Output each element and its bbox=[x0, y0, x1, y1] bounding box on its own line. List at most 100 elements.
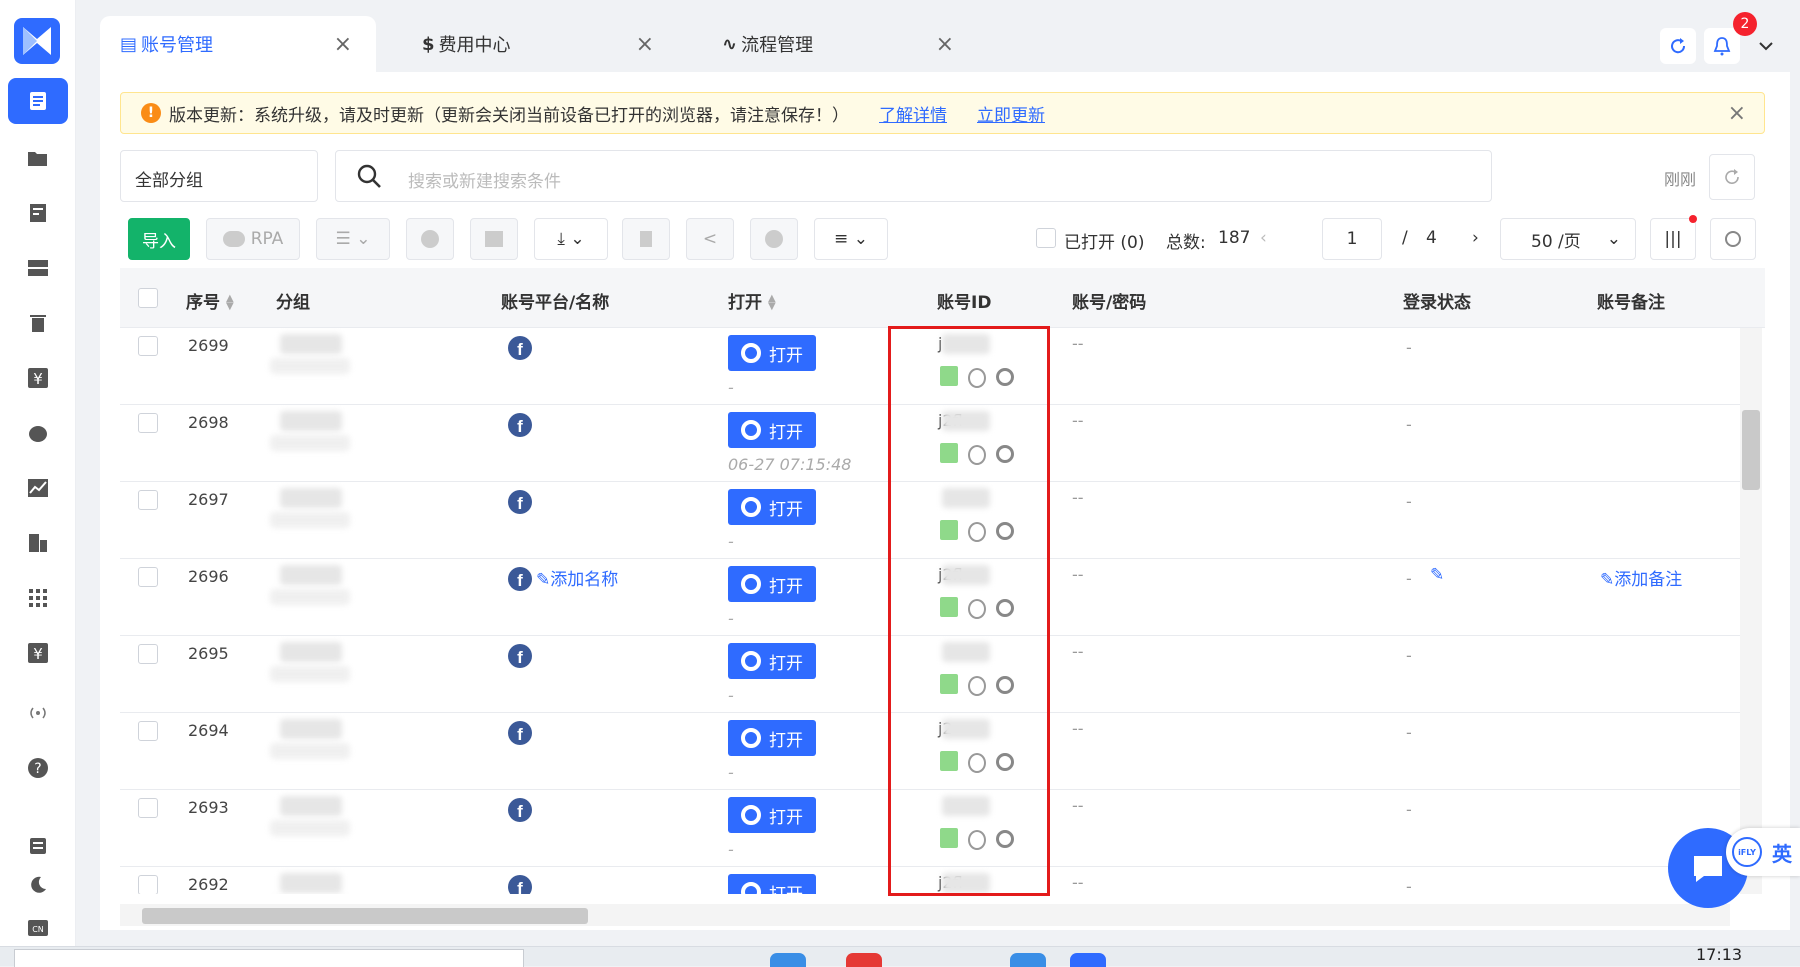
row-checkbox[interactable] bbox=[138, 413, 158, 433]
tab-process-management[interactable]: ∿ 流程管理 × bbox=[702, 16, 978, 72]
login-status-text: - bbox=[1406, 338, 1412, 357]
search-input[interactable]: 搜索或新建搜索条件 bbox=[335, 150, 1492, 202]
th-platform: 账号平台/名称 bbox=[501, 293, 610, 313]
row-seq: 2695 bbox=[188, 644, 229, 663]
refresh-icon[interactable] bbox=[1709, 154, 1755, 200]
scroll-thumb[interactable] bbox=[1742, 410, 1760, 490]
settings-button[interactable] bbox=[1710, 218, 1756, 260]
group-name-redacted bbox=[280, 334, 342, 354]
sort-icon[interactable]: ▲ ▼ bbox=[768, 294, 776, 312]
update-now-link[interactable]: 立即更新 bbox=[977, 101, 1045, 126]
page-size-select[interactable]: 50 /页 ⌄ bbox=[1500, 218, 1636, 260]
filter-settings-button[interactable]: ☰ ⌄ bbox=[316, 218, 390, 260]
open-browser-button[interactable]: 打开 bbox=[728, 797, 816, 833]
close-browsers-button[interactable] bbox=[750, 218, 798, 260]
row-checkbox[interactable] bbox=[138, 875, 158, 894]
select-all-checkbox[interactable] bbox=[138, 288, 158, 308]
trash-icon[interactable] bbox=[8, 300, 68, 346]
tab-billing-center[interactable]: $ 费用中心 × bbox=[402, 16, 678, 72]
tab-close-icon[interactable]: × bbox=[936, 32, 954, 57]
open-browser-button[interactable]: 打开 bbox=[728, 720, 816, 756]
th-seq[interactable]: 序号 ▲ ▼ bbox=[186, 288, 234, 313]
share-button[interactable]: < bbox=[686, 218, 734, 260]
import-button[interactable]: 导入 bbox=[128, 218, 190, 260]
row-checkbox[interactable] bbox=[138, 644, 158, 664]
add-remark-link[interactable]: ✎添加备注 bbox=[1600, 565, 1682, 590]
close-icon[interactable]: × bbox=[1728, 101, 1746, 126]
chevron-down-icon: ⌄ bbox=[1606, 229, 1621, 249]
window-button[interactable] bbox=[470, 218, 518, 260]
taskbar-app-icon[interactable] bbox=[1010, 953, 1046, 967]
browser-button[interactable] bbox=[406, 218, 454, 260]
taskbar-app-icon[interactable] bbox=[1070, 953, 1106, 967]
delete-button[interactable] bbox=[622, 218, 670, 260]
tab-close-icon[interactable]: × bbox=[334, 32, 352, 57]
th-seq-label: 序号 bbox=[186, 293, 220, 313]
columns-icon: ||| bbox=[1664, 229, 1682, 249]
rpa-button[interactable]: RPA bbox=[206, 218, 300, 260]
scroll-thumb[interactable] bbox=[142, 908, 588, 924]
open-browser-button[interactable]: 打开 bbox=[728, 643, 816, 679]
open-browser-button[interactable]: 打开 bbox=[728, 489, 816, 525]
wallet-icon[interactable]: ¥ bbox=[8, 630, 68, 676]
app-logo[interactable] bbox=[14, 18, 60, 64]
th-open[interactable]: 打开 ▲ ▼ bbox=[728, 288, 776, 313]
th-open-label: 打开 bbox=[728, 293, 762, 313]
tab-label: 费用中心 bbox=[438, 35, 511, 56]
folder-icon[interactable] bbox=[8, 135, 68, 181]
help-icon[interactable]: ? bbox=[8, 745, 68, 791]
ime-widget[interactable]: iFLY 英 bbox=[1726, 828, 1800, 876]
row-checkbox[interactable] bbox=[138, 336, 158, 356]
add-name-link[interactable]: ✎添加名称 bbox=[536, 565, 618, 590]
group-name-redacted bbox=[270, 358, 350, 374]
building-icon[interactable] bbox=[8, 520, 68, 566]
sliders-icon: ☰ ⌄ bbox=[335, 229, 371, 249]
nav-accounts-icon[interactable] bbox=[8, 78, 68, 124]
opened-filter-checkbox[interactable] bbox=[1036, 228, 1056, 248]
os-taskbar: 17:13 bbox=[0, 945, 1800, 967]
columns-button[interactable]: ||| bbox=[1650, 215, 1697, 260]
page-number-input[interactable]: 1 bbox=[1322, 218, 1382, 260]
chevron-down-icon[interactable] bbox=[1748, 28, 1784, 64]
reload-icon[interactable] bbox=[1660, 28, 1696, 64]
tab-close-icon[interactable]: × bbox=[636, 32, 654, 57]
window-icon bbox=[485, 231, 503, 247]
sort-icon[interactable]: ▲ ▼ bbox=[226, 294, 234, 312]
bell-icon[interactable] bbox=[1704, 28, 1740, 64]
group-select[interactable]: 全部分组 bbox=[120, 150, 318, 202]
tab-account-management[interactable]: ▤ 账号管理 × bbox=[100, 16, 376, 72]
document-icon[interactable] bbox=[8, 190, 68, 236]
last-opened-time: - bbox=[728, 686, 734, 705]
row-checkbox[interactable] bbox=[138, 721, 158, 741]
svg-text:¥: ¥ bbox=[33, 645, 43, 663]
robot-icon[interactable] bbox=[8, 410, 68, 456]
next-page-icon[interactable]: › bbox=[1472, 228, 1479, 248]
taskbar-search[interactable] bbox=[14, 949, 524, 967]
vertical-scrollbar[interactable] bbox=[1740, 328, 1762, 894]
open-browser-button[interactable]: 打开 bbox=[728, 335, 816, 371]
learn-more-link[interactable]: 了解详情 bbox=[879, 101, 947, 126]
row-checkbox[interactable] bbox=[138, 567, 158, 587]
signal-icon[interactable] bbox=[8, 690, 68, 736]
row-checkbox[interactable] bbox=[138, 798, 158, 818]
download-dropdown[interactable]: ⤓ ⌄ bbox=[534, 218, 608, 260]
open-browser-button[interactable]: 打开 bbox=[728, 566, 816, 602]
edit-status-icon[interactable]: ✎ bbox=[1430, 565, 1444, 585]
horizontal-scrollbar[interactable] bbox=[120, 904, 1730, 926]
chart-icon[interactable] bbox=[8, 465, 68, 511]
row-checkbox[interactable] bbox=[138, 490, 158, 510]
taskbar-app-icon[interactable] bbox=[770, 953, 806, 967]
chrome-icon bbox=[421, 230, 439, 248]
prev-page-icon[interactable]: ‹ bbox=[1260, 228, 1267, 248]
dark-mode-moon-icon[interactable] bbox=[8, 862, 68, 908]
login-status-text: - bbox=[1406, 569, 1412, 588]
language-toggle-icon[interactable]: CN bbox=[8, 905, 68, 951]
taskbar-app-icon[interactable] bbox=[846, 953, 882, 967]
total-value: 187 bbox=[1218, 228, 1251, 248]
apps-grid-icon[interactable] bbox=[8, 575, 68, 621]
sort-dropdown[interactable]: ≡ ⌄ bbox=[814, 218, 888, 260]
open-browser-button[interactable]: 打开 bbox=[728, 874, 816, 894]
server-icon[interactable] bbox=[8, 245, 68, 291]
open-browser-button[interactable]: 打开 bbox=[728, 412, 816, 448]
billing-icon[interactable]: ¥ bbox=[8, 355, 68, 401]
